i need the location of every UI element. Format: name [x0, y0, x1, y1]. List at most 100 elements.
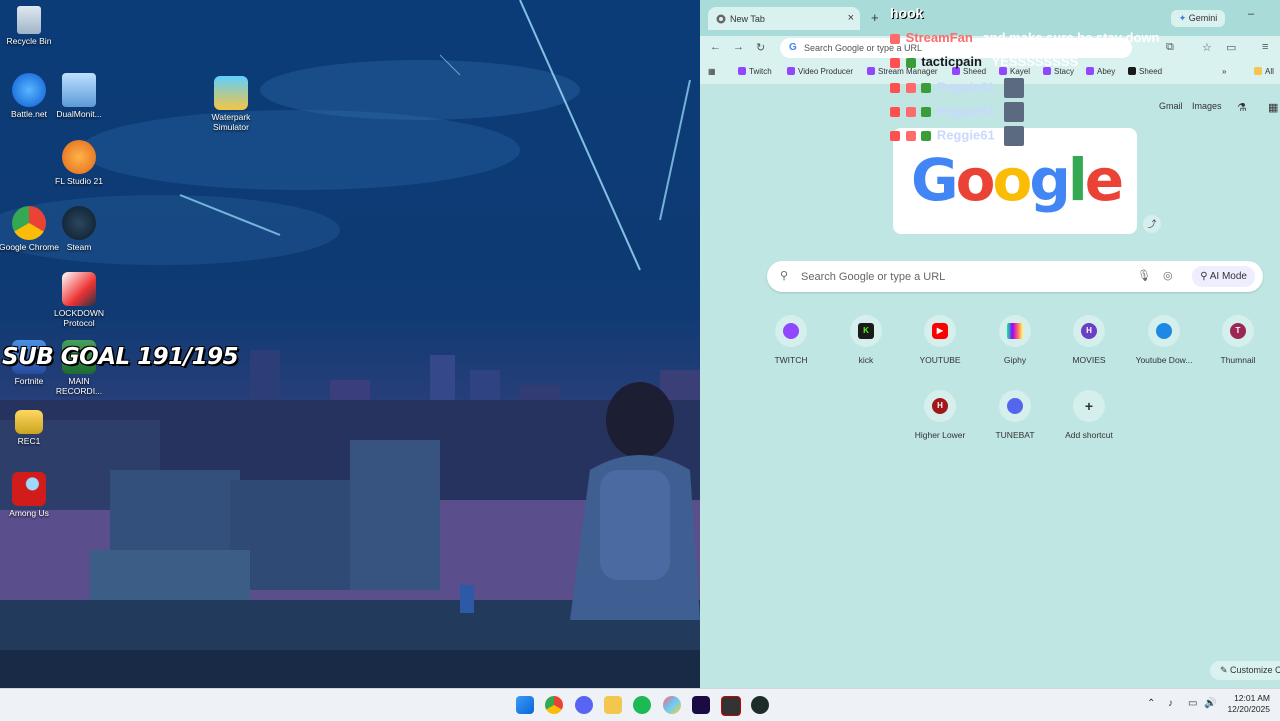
apps-grid-icon[interactable]: ▦	[708, 67, 716, 76]
minimize-button[interactable]: –	[1248, 8, 1254, 20]
windows-taskbar: ⌃ ♪ ▭ 🔊 12:01 AM 12/20/2025	[0, 688, 1280, 721]
kick-icon: K	[850, 315, 882, 347]
chat-message: hook	[890, 5, 924, 21]
microphone-icon[interactable]: 🎙	[1137, 269, 1151, 282]
desktop-icon-waterpark-simulator[interactable]: Waterpark Simulator	[200, 76, 262, 132]
shortcut-youtube-downloader[interactable]: Youtube Dow...	[1127, 315, 1201, 365]
sub-badge-icon	[921, 83, 932, 93]
shortcut-movies[interactable]: H MOVIES	[1052, 315, 1126, 365]
shortcut-kick[interactable]: K kick	[829, 315, 903, 365]
rec1-icon	[15, 410, 43, 434]
desktop-icon-steam[interactable]: Steam	[48, 206, 110, 252]
thumnail-icon: T	[1222, 315, 1254, 347]
google-apps-icon[interactable]: ▦	[1268, 101, 1278, 114]
emote-icon	[1004, 78, 1025, 98]
youtube-icon: ▶	[924, 315, 956, 347]
tray-overflow-icon[interactable]: ⌃	[1147, 698, 1155, 709]
game-app-icon[interactable]	[751, 696, 769, 714]
system-clock[interactable]: 12:01 AM 12/20/2025	[1222, 693, 1270, 715]
close-tab-icon[interactable]: ×	[848, 12, 854, 24]
ai-search-icon: ⚲	[1200, 271, 1210, 282]
volume-icon[interactable]: 🔊	[1204, 698, 1216, 709]
among-us-icon	[12, 472, 46, 506]
giphy-icon	[999, 315, 1031, 347]
sub-badge-icon	[905, 57, 916, 68]
bookmarks-overflow-button[interactable]: »	[1222, 67, 1226, 76]
badge-icon	[905, 83, 916, 93]
shortcut-twitch[interactable]: TWITCH	[754, 315, 828, 365]
heart-badge-icon	[890, 57, 900, 68]
tunebat-icon	[999, 390, 1031, 422]
share-icon[interactable]: ⤴	[1143, 215, 1161, 233]
discord-icon[interactable]	[575, 696, 593, 714]
labs-flask-icon[interactable]: ⚗	[1237, 101, 1247, 114]
badge-icon	[905, 107, 916, 117]
back-button[interactable]: ←	[710, 41, 721, 53]
twitch-icon	[867, 67, 875, 75]
cast-icon[interactable]: ▭	[1226, 41, 1236, 54]
network-icon[interactable]: ▭	[1188, 698, 1197, 709]
waterpark-simulator-icon	[214, 76, 248, 110]
shortcut-youtube[interactable]: ▶ YOUTUBE	[903, 315, 977, 365]
google-search-box[interactable]: ⚲ Search Google or type a URL 🎙 ◎ ⚲ AI M…	[767, 261, 1263, 292]
youtube-downloader-icon	[1148, 315, 1180, 347]
start-windows-icon[interactable]	[516, 696, 534, 714]
shortcut-tunebat[interactable]: TUNEBAT	[978, 390, 1052, 440]
google-g-icon: G	[789, 42, 797, 53]
desktop-icon-dualmonitor[interactable]: DualMonit...	[48, 73, 110, 119]
chat-message: Reggie61	[890, 126, 1026, 146]
new-tab-button[interactable]: +	[871, 10, 879, 25]
customize-chrome-button[interactable]: ✎ Customize C	[1210, 661, 1280, 680]
dualmonitor-icon	[62, 73, 96, 107]
bookmark-twitch[interactable]: Twitch	[738, 67, 772, 76]
menu-icon[interactable]: ≡	[1262, 41, 1268, 53]
twitch-icon	[787, 67, 795, 75]
chat-message: StreamFan and make sure he stay down	[890, 30, 1159, 45]
microphone-tray-icon[interactable]: ♪	[1168, 698, 1173, 709]
shortcut-giphy[interactable]: Giphy	[978, 315, 1052, 365]
bookmark-video-producer[interactable]: Video Producer	[787, 67, 853, 76]
desktop-icon-lockdown-protocol[interactable]: LOCKDOWN Protocol	[48, 272, 110, 328]
ai-mode-button[interactable]: ⚲ AI Mode	[1192, 266, 1255, 287]
all-bookmarks-button[interactable]: All	[1254, 67, 1274, 76]
lockdown-protocol-icon	[62, 272, 96, 306]
forward-button[interactable]: →	[733, 41, 744, 53]
sub-goal-overlay: SUB GOAL 191/195	[2, 344, 239, 370]
copilot-icon[interactable]	[663, 696, 681, 714]
sub-badge-icon	[921, 131, 932, 141]
chrome-taskbar-icon[interactable]	[545, 696, 563, 714]
steam-icon	[62, 206, 96, 240]
desktop-icon-rec1[interactable]: REC1	[0, 406, 60, 446]
add-shortcut-button[interactable]: + Add shortcut	[1052, 390, 1126, 440]
heart-badge-icon	[890, 131, 900, 141]
lens-camera-icon[interactable]: ◎	[1163, 269, 1173, 282]
premiere-pro-icon[interactable]	[692, 696, 710, 714]
search-icon: ⚲	[780, 270, 789, 282]
higher-lower-icon: H	[924, 390, 956, 422]
recycle-bin-icon	[17, 6, 41, 34]
desktop-icon-recycle-bin[interactable]: Recycle Bin	[0, 6, 60, 46]
tab-new-tab[interactable]: New Tab ×	[708, 7, 860, 30]
chat-message: tacticpain YESSSSSSSS	[890, 54, 1078, 69]
stream-chat-overlay: hook StreamFan and make sure he stay dow…	[890, 0, 1210, 150]
heart-badge-icon	[890, 107, 900, 117]
spotify-icon[interactable]	[633, 696, 651, 714]
shortcut-thumnail[interactable]: T Thumnail	[1201, 315, 1275, 365]
twitch-icon	[775, 315, 807, 347]
desktop-icon-among-us[interactable]: Among Us	[0, 472, 60, 518]
reload-button[interactable]: ↻	[756, 41, 765, 54]
pencil-icon: ✎	[1220, 665, 1231, 675]
heart-badge-icon	[890, 83, 900, 93]
desktop-icon-fl-studio[interactable]: FL Studio 21	[48, 140, 110, 186]
plus-icon: +	[1073, 390, 1105, 422]
file-explorer-icon[interactable]	[604, 696, 622, 714]
google-logo: Google	[911, 146, 1124, 214]
video-app-icon[interactable]	[721, 696, 741, 716]
badge-icon	[905, 131, 916, 141]
emote-icon	[1004, 126, 1025, 146]
shortcut-higher-lower[interactable]: H Higher Lower	[903, 390, 977, 440]
emote-icon	[1004, 102, 1025, 122]
fl-studio-icon	[62, 140, 96, 174]
badge-icon	[890, 33, 900, 44]
folder-icon	[1254, 67, 1262, 75]
